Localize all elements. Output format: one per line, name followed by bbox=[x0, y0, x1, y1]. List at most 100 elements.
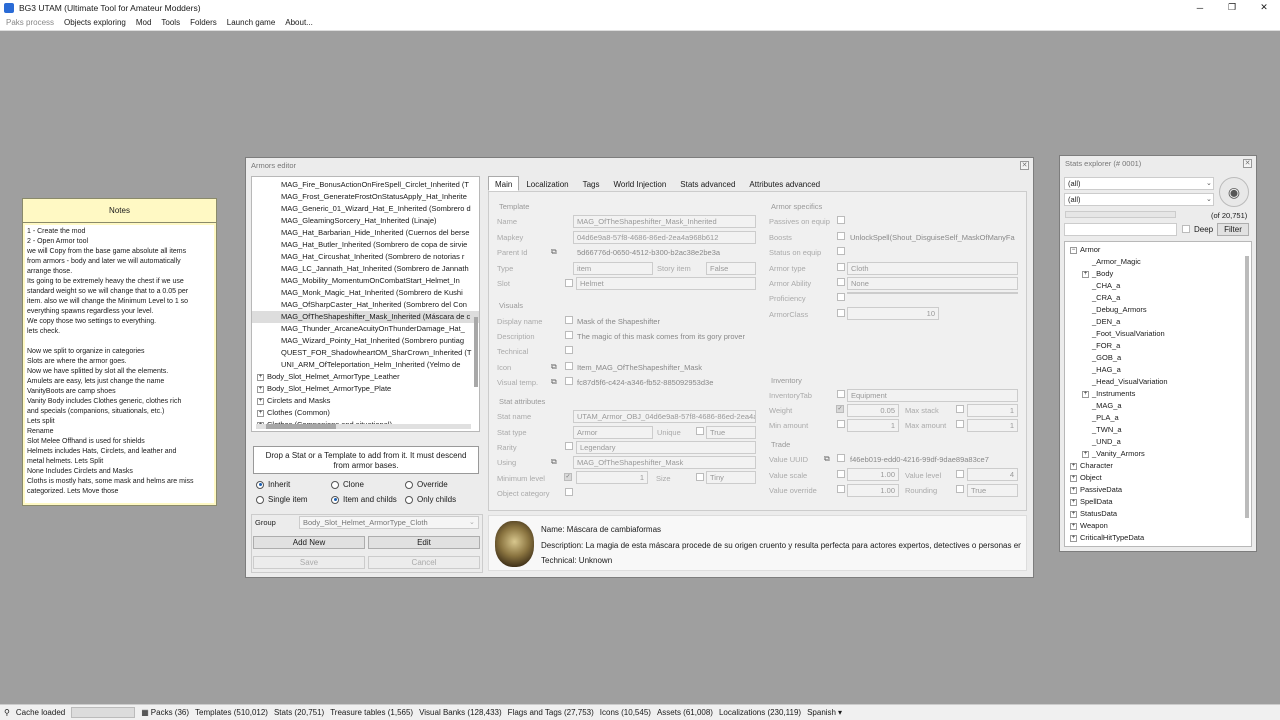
minimum-level-checkbox[interactable]: ✓ bbox=[564, 473, 572, 481]
slot-select[interactable]: Helmet bbox=[576, 277, 756, 290]
proficiency-select[interactable] bbox=[847, 292, 1018, 294]
rarity-select[interactable]: Legendary bbox=[576, 441, 756, 454]
expand-icon[interactable]: + bbox=[257, 409, 264, 417]
stats-tree-item[interactable]: _FOR_a bbox=[1068, 340, 1251, 352]
stats-tree-item[interactable]: _TWN_a bbox=[1068, 424, 1251, 436]
tab-main[interactable]: Main bbox=[488, 176, 520, 191]
stats-tree-item[interactable]: _PLA_a bbox=[1068, 412, 1251, 424]
min-amount-checkbox[interactable] bbox=[837, 420, 845, 428]
max-stack-field[interactable]: 1 bbox=[967, 404, 1018, 417]
armor-type-checkbox[interactable] bbox=[837, 263, 845, 271]
tree-item[interactable]: UNI_ARM_OfTeleportation_Helm_Inherited (… bbox=[252, 359, 479, 371]
tree-item[interactable]: MAG_Wizard_Pointy_Hat_Inherited (Sombrer… bbox=[252, 335, 479, 347]
add-new-button[interactable]: Add New bbox=[253, 536, 365, 549]
tree-item[interactable]: MAG_OfSharpCaster_Hat_Inherited (Sombrer… bbox=[252, 299, 479, 311]
stats-tree-scrollbar[interactable] bbox=[1245, 256, 1249, 518]
stats-tree-item[interactable]: + _Instruments bbox=[1068, 388, 1251, 400]
stats-tree-item[interactable]: _GOB_a bbox=[1068, 352, 1251, 364]
filter-button[interactable]: Filter bbox=[1217, 223, 1249, 236]
stats-tree-item[interactable]: + _Body bbox=[1068, 268, 1251, 280]
drop-zone[interactable]: Drop a Stat or a Template to add from it… bbox=[253, 446, 479, 474]
radio-item-and-childs[interactable]: Item and childs bbox=[331, 495, 397, 504]
menu-folders[interactable]: Folders bbox=[190, 18, 217, 27]
tree-item[interactable]: MAG_Mobility_MomentumOnCombatStart_Helme… bbox=[252, 275, 479, 287]
expand-icon[interactable]: + bbox=[1082, 270, 1089, 278]
menu-tools[interactable]: Tools bbox=[161, 18, 180, 27]
tree-item[interactable]: MAG_Hat_Barbarian_Hide_Inherited (Cuerno… bbox=[252, 227, 479, 239]
notes-textarea[interactable]: 1 - Create the mod 2 - Open Armor tool we … bbox=[25, 225, 214, 503]
weight-field[interactable]: 0.05 bbox=[847, 404, 899, 417]
value-override-field[interactable]: 1.00 bbox=[847, 484, 899, 497]
stats-tree-item[interactable]: − Armor bbox=[1068, 244, 1251, 256]
tab-stats-advanced[interactable]: Stats advanced bbox=[673, 176, 742, 191]
stats-tree-item[interactable]: _DEN_a bbox=[1068, 316, 1251, 328]
value-uuid-checkbox[interactable] bbox=[837, 454, 845, 462]
description-checkbox[interactable] bbox=[565, 331, 573, 339]
name-field[interactable]: MAG_OfTheShapeshifter_Mask_Inherited bbox=[573, 215, 756, 228]
menu-paks-process[interactable]: Paks process bbox=[6, 18, 54, 27]
visual-template-checkbox[interactable] bbox=[565, 377, 573, 385]
tab-tags[interactable]: Tags bbox=[576, 176, 607, 191]
tree-item[interactable]: MAG_Hat_Circushat_Inherited (Sombrero de… bbox=[252, 251, 479, 263]
expand-icon[interactable]: + bbox=[257, 397, 264, 405]
size-checkbox[interactable] bbox=[696, 473, 704, 481]
maximize-icon[interactable]: ❐ bbox=[1216, 0, 1248, 15]
close-icon[interactable]: ✕ bbox=[1243, 159, 1252, 168]
using-field[interactable]: MAG_OfTheShapeshifter_Mask bbox=[573, 456, 756, 469]
tree-group[interactable]: + Body_Slot_Helmet_ArmorType_Leather bbox=[252, 371, 479, 383]
boosts-checkbox[interactable] bbox=[837, 232, 845, 240]
expand-icon[interactable]: + bbox=[1082, 390, 1089, 398]
link-icon[interactable]: ⧉ bbox=[551, 362, 561, 372]
tree-group[interactable]: + Circlets and Masks bbox=[252, 395, 479, 407]
value-override-checkbox[interactable] bbox=[837, 485, 845, 493]
icon-checkbox[interactable] bbox=[565, 362, 573, 370]
proficiency-checkbox[interactable] bbox=[837, 293, 845, 301]
expand-icon[interactable]: + bbox=[1082, 450, 1089, 458]
expand-icon[interactable]: + bbox=[1070, 486, 1077, 494]
tab-world-injection[interactable]: World Injection bbox=[607, 176, 674, 191]
stats-tree-item[interactable]: + _Vanity_Armors bbox=[1068, 448, 1251, 460]
stats-tree-item[interactable]: + Object bbox=[1068, 472, 1251, 484]
slot-checkbox[interactable] bbox=[565, 279, 573, 287]
display-name-checkbox[interactable] bbox=[565, 316, 573, 324]
stats-tree[interactable]: − Armor _Armor_Magic + _Body _CHA_a _CRA_a _Deb… bbox=[1064, 241, 1252, 547]
stats-tree-item[interactable]: _HAG_a bbox=[1068, 364, 1251, 376]
deep-checkbox[interactable] bbox=[1182, 225, 1190, 233]
type-select[interactable]: item bbox=[573, 262, 653, 275]
tab-attributes-advanced[interactable]: Attributes advanced bbox=[742, 176, 827, 191]
armor-type-select[interactable]: Cloth bbox=[847, 262, 1018, 275]
expand-icon[interactable]: + bbox=[1070, 510, 1077, 518]
expand-icon[interactable]: + bbox=[1070, 462, 1077, 470]
cancel-button[interactable]: Cancel bbox=[368, 556, 480, 569]
passives-checkbox[interactable] bbox=[837, 216, 845, 224]
tree-item[interactable]: QUEST_FOR_ShadowheartOM_SharCrown_Inheri… bbox=[252, 347, 479, 359]
value-level-field[interactable]: 4 bbox=[967, 468, 1018, 481]
weight-checkbox[interactable]: ✓ bbox=[836, 405, 844, 413]
value-level-checkbox[interactable] bbox=[956, 470, 964, 478]
radio-only-childs[interactable]: Only childs bbox=[405, 495, 456, 504]
menu-launch-game[interactable]: Launch game bbox=[227, 18, 275, 27]
tree-item[interactable]: MAG_Hat_Butler_Inherited (Sombrero de co… bbox=[252, 239, 479, 251]
expand-icon[interactable]: + bbox=[257, 385, 264, 393]
link-icon[interactable]: ⧉ bbox=[551, 247, 561, 257]
mapkey-field[interactable]: 04d6e9a8-57f8-4686-86ed-2ea4a968b612 bbox=[573, 231, 756, 244]
link-icon[interactable]: ⧉ bbox=[551, 377, 561, 387]
tree-group[interactable]: + Clothes (Common) bbox=[252, 407, 479, 419]
tab-localization[interactable]: Localization bbox=[519, 176, 575, 191]
status-on-equip-checkbox[interactable] bbox=[837, 247, 845, 255]
expand-icon[interactable]: + bbox=[1070, 534, 1077, 542]
unique-checkbox[interactable] bbox=[696, 427, 704, 435]
rounding-checkbox[interactable] bbox=[956, 485, 964, 493]
search-input[interactable] bbox=[1064, 223, 1177, 236]
stats-tree-item[interactable]: + PassiveData bbox=[1068, 484, 1251, 496]
inventory-tab-checkbox[interactable] bbox=[837, 390, 845, 398]
tree-item[interactable]: MAG_LC_Jannath_Hat_Inherited (Sombrero d… bbox=[252, 263, 479, 275]
expand-icon[interactable]: + bbox=[1070, 498, 1077, 506]
subtype-filter-select[interactable]: (all) bbox=[1064, 193, 1214, 206]
tree-vscrollbar[interactable] bbox=[474, 317, 478, 387]
rounding-select[interactable]: True bbox=[967, 484, 1018, 497]
stats-tree-item[interactable]: _CHA_a bbox=[1068, 280, 1251, 292]
tree-item[interactable]: MAG_Fire_BonusActionOnFireSpell_Circlet_… bbox=[252, 179, 479, 191]
expand-icon[interactable]: + bbox=[1070, 474, 1077, 482]
stats-tree-item[interactable]: _CRA_a bbox=[1068, 292, 1251, 304]
